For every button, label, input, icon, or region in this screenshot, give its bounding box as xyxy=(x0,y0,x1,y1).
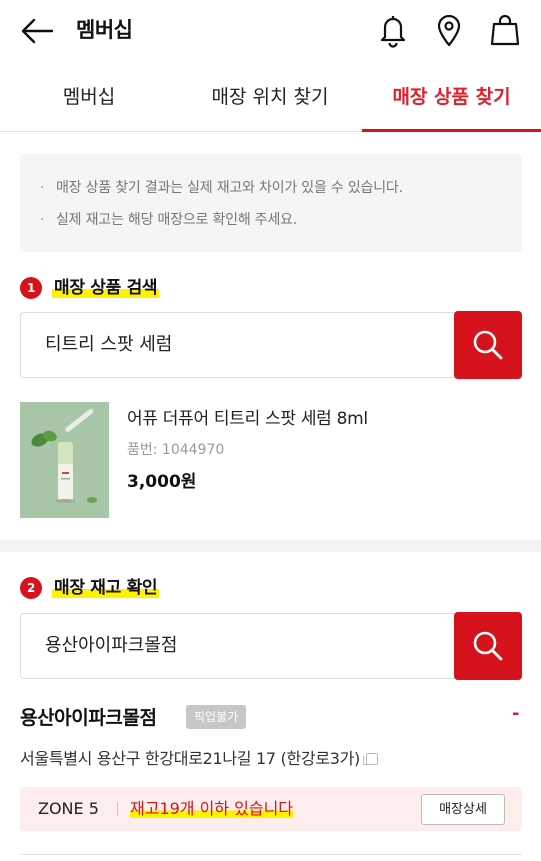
tab-store-location[interactable]: 매장 위치 찾기 xyxy=(180,62,360,132)
product-price: 3,000원 xyxy=(127,472,197,492)
serum-product-photo xyxy=(20,402,109,518)
zone-stock-row: ZONE 5 재고19개 이하 있습니다 매장상세 xyxy=(20,787,522,831)
product-search-button[interactable] xyxy=(454,311,522,379)
product-code: 품번: 1044970 xyxy=(127,442,225,458)
location-pin-icon[interactable] xyxy=(432,12,466,48)
zone-label: ZONE 5 xyxy=(38,799,99,818)
stock-status-text: 재고19개 이하 있습니다 xyxy=(130,799,294,818)
section-title: 매장 상품 검색 xyxy=(52,278,160,298)
store-search-input[interactable]: 용산아이파크몰점 xyxy=(20,613,456,679)
notice-line: · 매장 상품 찾기 결과는 실제 재고와 차이가 있을 수 있습니다. xyxy=(40,180,403,196)
page-title: 멤버십 xyxy=(76,18,133,42)
product-name[interactable]: 어퓨 더퓨어 티트리 스팟 세럼 8ml xyxy=(127,404,368,429)
notice-box: · 매장 상품 찾기 결과는 실제 재고와 차이가 있을 수 있습니다. · 실제 … xyxy=(20,154,522,252)
collapse-toggle[interactable]: - xyxy=(512,703,519,724)
search-icon xyxy=(473,631,503,661)
store-name: 용산아이파크몰점 xyxy=(20,707,157,729)
section-divider xyxy=(0,540,541,552)
product-search-input[interactable]: 티트리 스팟 세럼 xyxy=(20,312,456,378)
zone-separator xyxy=(117,802,118,816)
copy-icon[interactable] xyxy=(363,753,378,765)
search-icon xyxy=(473,330,503,360)
tab-membership[interactable]: 멤버십 xyxy=(0,62,178,132)
store-detail-button[interactable]: 매장상세 xyxy=(421,794,505,825)
tab-bar: 멤버십 매장 위치 찾기 매장 상품 찾기 xyxy=(0,62,541,132)
stock-check-heading: 2 매장 재고 확인 xyxy=(20,574,160,602)
tab-store-product[interactable]: 매장 상품 찾기 xyxy=(362,62,541,132)
app-header: 멤버십 xyxy=(0,0,541,62)
stock-status: 재고19개 이하 있습니다 xyxy=(130,787,294,831)
step-number-badge: 2 xyxy=(20,577,42,599)
product-image[interactable] xyxy=(20,402,109,518)
address-text: 서울특별시 용산구 한강대로21나길 17 (한강로3가) xyxy=(20,749,360,768)
pickup-status-badge: 픽업불가 xyxy=(186,705,247,729)
shopping-bag-icon[interactable] xyxy=(488,12,522,48)
back-arrow-icon[interactable] xyxy=(20,17,54,45)
bell-icon[interactable] xyxy=(376,12,410,48)
bottom-divider xyxy=(20,854,522,855)
store-search-button[interactable] xyxy=(454,612,522,680)
notice-line: · 실제 재고는 해당 매장으로 확인해 주세요. xyxy=(40,212,298,228)
section-title: 매장 재고 확인 xyxy=(52,578,160,598)
store-address: 서울특별시 용산구 한강대로21나길 17 (한강로3가) xyxy=(20,745,378,769)
product-search-heading: 1 매장 상품 검색 xyxy=(20,274,160,302)
step-number-badge: 1 xyxy=(20,277,42,299)
